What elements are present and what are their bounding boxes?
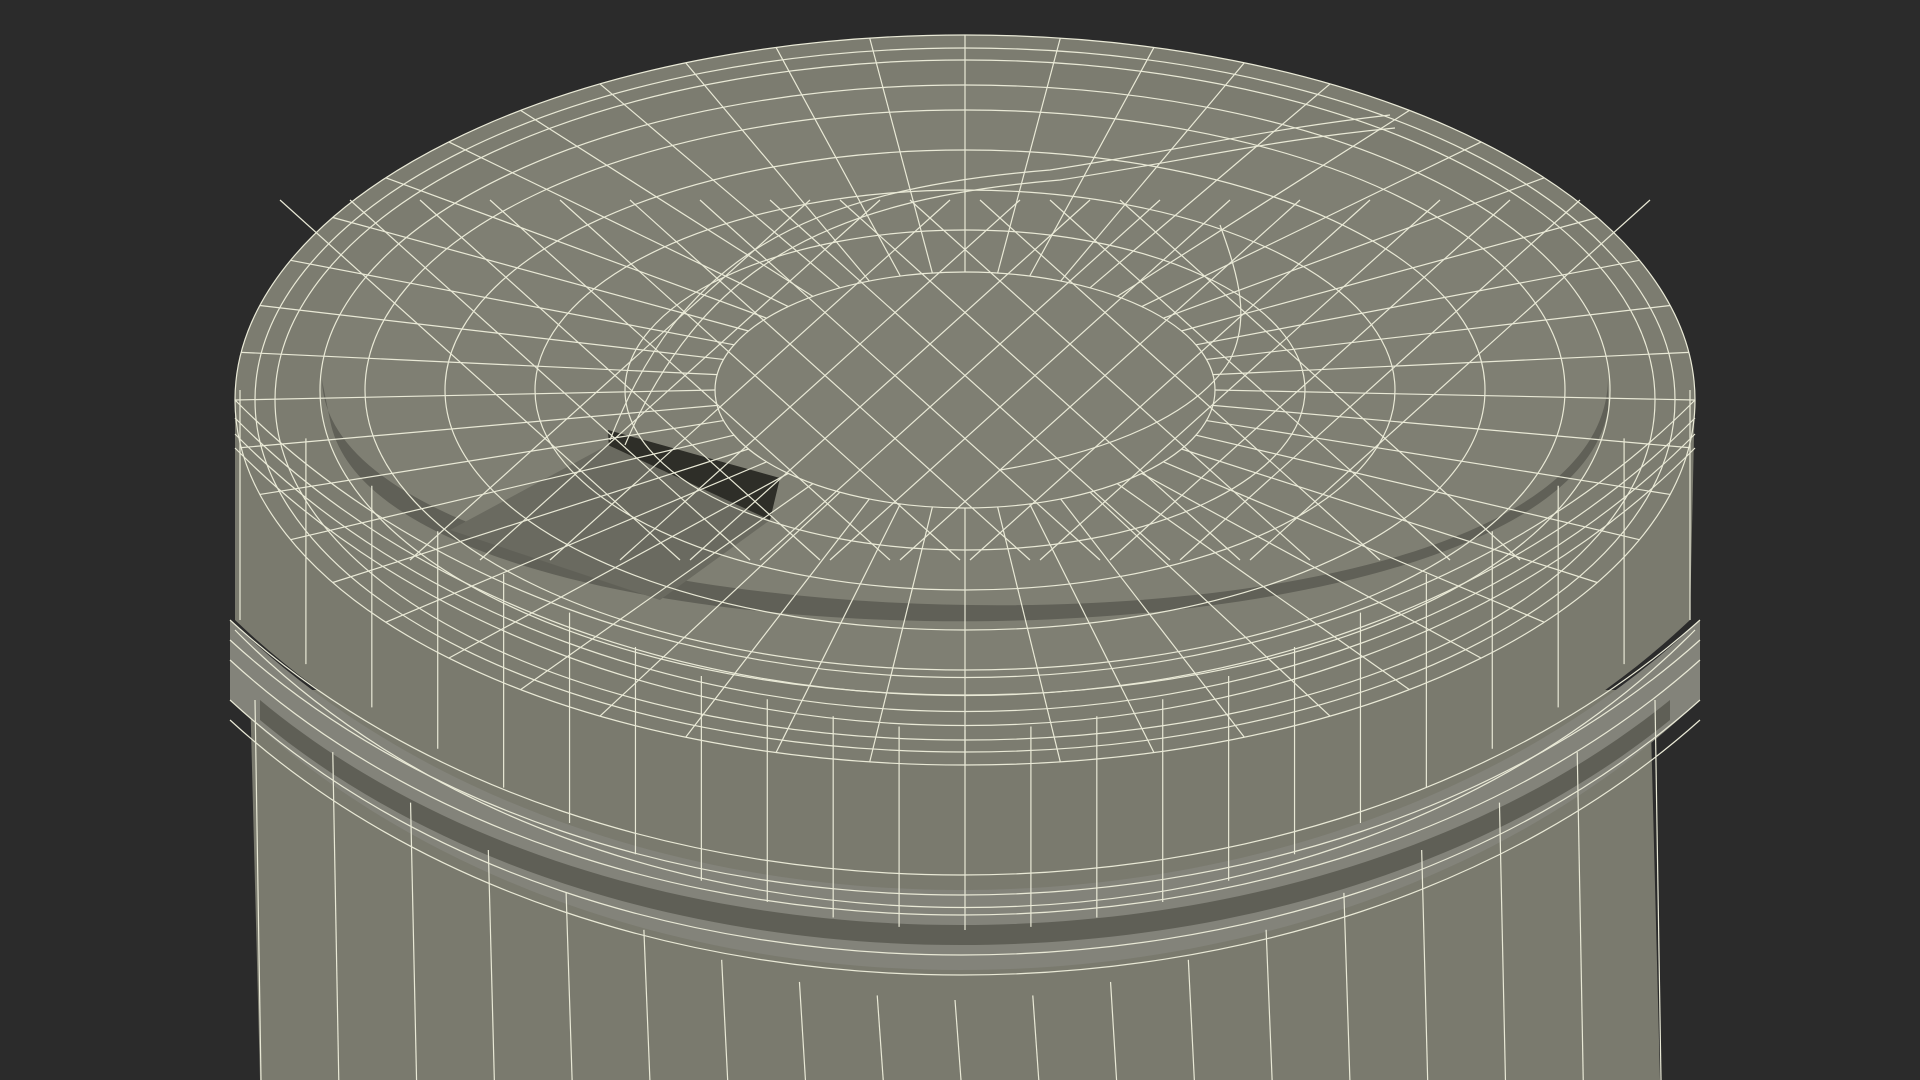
wireframe-render	[0, 0, 1920, 1080]
3d-viewport[interactable]	[0, 0, 1920, 1080]
